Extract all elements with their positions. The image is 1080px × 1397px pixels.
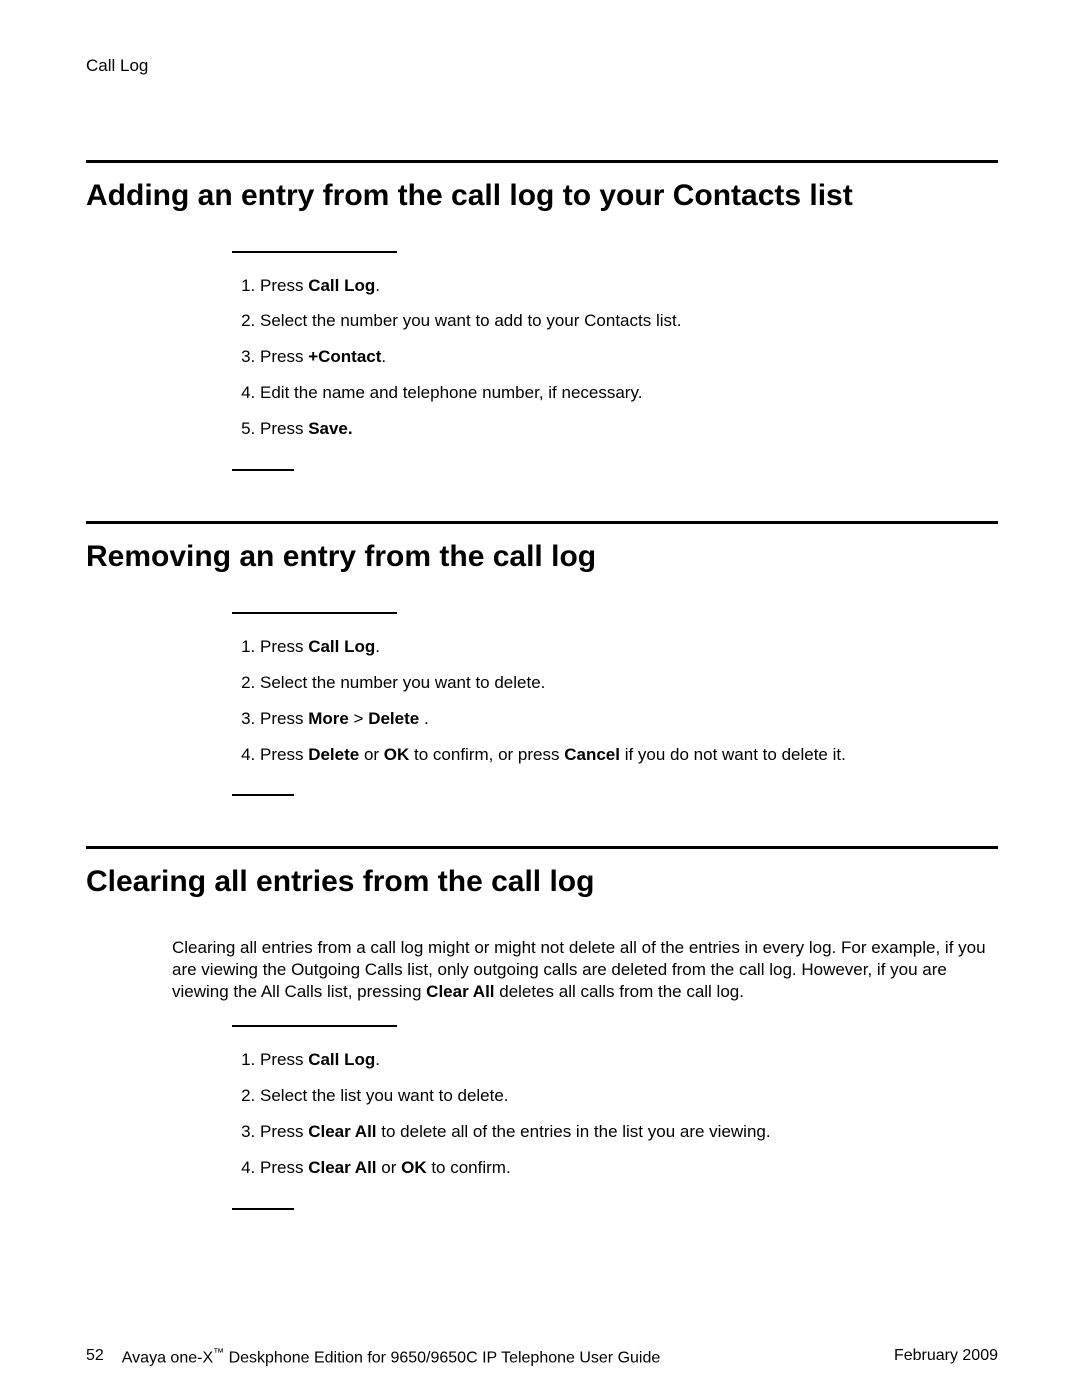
- steps-rule-top: [232, 1025, 397, 1027]
- page: Call Log Adding an entry from the call l…: [0, 0, 1080, 1397]
- section: Adding an entry from the call log to you…: [86, 160, 998, 471]
- section: Removing an entry from the call log Press…: [86, 521, 998, 796]
- steps-list: Press Call Log. Select the list you want …: [232, 1049, 998, 1180]
- footer-date: February 2009: [894, 1347, 998, 1365]
- section-heading: Removing an entry from the call log: [86, 538, 998, 576]
- steps-block: Press Call Log. Select the number you wan…: [232, 612, 998, 797]
- section-rule: [86, 160, 998, 163]
- step-item: Press +Contact.: [260, 346, 998, 369]
- step-item: Select the number you want to add to you…: [260, 310, 998, 333]
- steps-rule-bottom: [232, 1208, 294, 1210]
- steps-rule-bottom: [232, 469, 294, 471]
- steps-block: Press Call Log. Select the number you wan…: [232, 251, 998, 472]
- step-item: Select the list you want to delete.: [260, 1085, 998, 1108]
- step-item: Press Call Log.: [260, 636, 998, 659]
- section: Clearing all entries from the call log Cl…: [86, 846, 998, 1210]
- steps-list: Press Call Log. Select the number you wan…: [232, 636, 998, 767]
- section-intro: Clearing all entries from a call log mig…: [86, 937, 998, 1003]
- step-item: Press Clear All to delete all of the ent…: [260, 1121, 998, 1144]
- page-number: 52: [86, 1347, 104, 1367]
- section-rule: [86, 846, 998, 849]
- section-heading: Adding an entry from the call log to you…: [86, 177, 998, 215]
- steps-rule-bottom: [232, 794, 294, 796]
- section-rule: [86, 521, 998, 524]
- page-footer: 52 Avaya one-X™ Deskphone Edition for 96…: [86, 1347, 998, 1367]
- running-head: Call Log: [86, 56, 998, 76]
- step-item: Press Save.: [260, 418, 998, 441]
- step-item: Press Clear All or OK to confirm.: [260, 1157, 998, 1180]
- step-item: Edit the name and telephone number, if n…: [260, 382, 998, 405]
- sections-container: Adding an entry from the call log to you…: [86, 160, 998, 1210]
- steps-rule-top: [232, 251, 397, 253]
- doc-title: Avaya one-X™ Deskphone Edition for 9650/…: [122, 1347, 660, 1367]
- step-item: Select the number you want to delete.: [260, 672, 998, 695]
- step-item: Press More > Delete .: [260, 708, 998, 731]
- step-item: Press Call Log.: [260, 1049, 998, 1072]
- steps-block: Press Call Log. Select the list you want …: [232, 1025, 998, 1210]
- step-item: Press Call Log.: [260, 275, 998, 298]
- section-heading: Clearing all entries from the call log: [86, 863, 998, 901]
- steps-list: Press Call Log. Select the number you wan…: [232, 275, 998, 442]
- steps-rule-top: [232, 612, 397, 614]
- step-item: Press Delete or OK to confirm, or press …: [260, 744, 998, 767]
